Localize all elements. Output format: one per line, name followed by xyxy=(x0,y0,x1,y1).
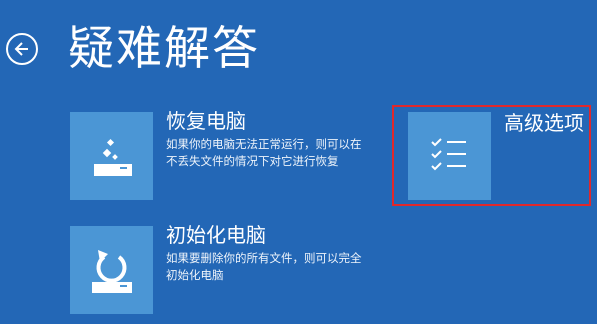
highlight-box xyxy=(392,105,591,206)
back-button[interactable] xyxy=(6,33,38,65)
arrow-left-icon xyxy=(14,42,28,56)
reset-circular-arrow-icon xyxy=(91,250,132,293)
reset-pc-title: 初始化电脑 xyxy=(166,223,266,247)
refresh-pc-tile[interactable] xyxy=(70,112,153,200)
refresh-pc-description: 如果你的电脑无法正常运行，则可以在不丢失文件的情况下对它进行恢复 xyxy=(166,137,362,168)
refresh-pc-title: 恢复电脑 xyxy=(166,109,246,133)
reset-pc-description: 如果要删除你的所有文件，则可以完全初始化电脑 xyxy=(166,251,362,282)
page-title: 疑难解答 xyxy=(68,21,260,75)
refresh-sparkle-icon xyxy=(93,138,132,176)
reset-pc-tile[interactable] xyxy=(70,226,153,314)
